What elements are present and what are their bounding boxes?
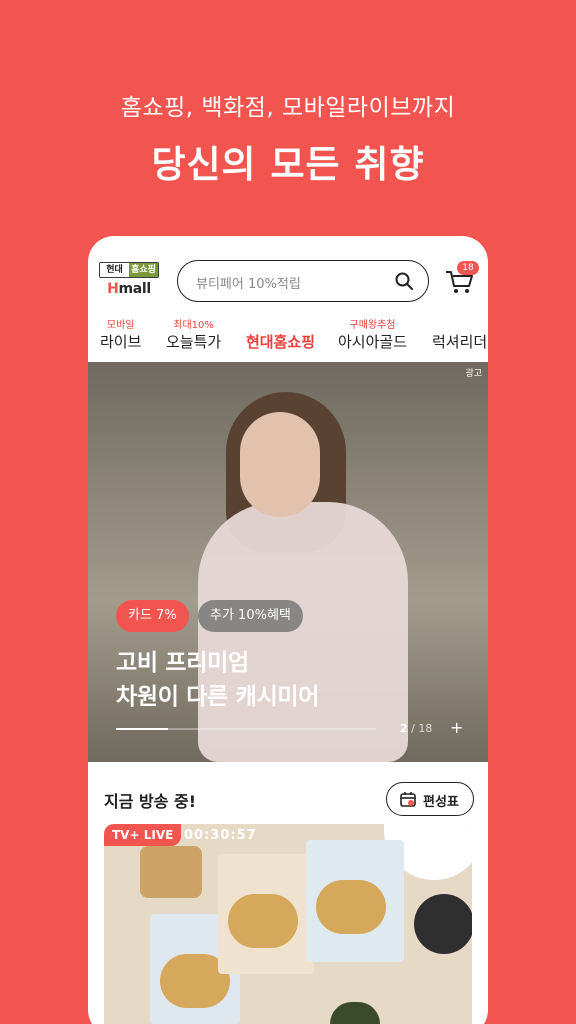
calendar-icon bbox=[400, 792, 416, 807]
banner-progress-track bbox=[116, 728, 376, 730]
tab-luxury-label: 럭셔리더 bbox=[432, 333, 488, 351]
search-input[interactable]: 뷰티페어 10%적립 bbox=[177, 260, 429, 302]
logo-h: H bbox=[107, 281, 119, 297]
pager-current: 2 bbox=[400, 722, 408, 735]
tab-asia-gold[interactable]: 구매왕추첨 아시아골드 bbox=[338, 316, 407, 360]
logo-mall: mall bbox=[118, 281, 151, 297]
pager-total: / 18 bbox=[411, 722, 433, 735]
search-placeholder: 뷰티페어 10%적립 bbox=[196, 277, 301, 292]
tab-asia-gold-label: 아시아골드 bbox=[338, 333, 408, 351]
app-header: 현대 홈쇼핑 Hmall 뷰티페어 10%적립 18 bbox=[88, 260, 488, 304]
banner-model-face bbox=[240, 412, 320, 517]
live-broadcast-card[interactable]: TV+ LIVE 00:30:57 bbox=[104, 824, 472, 1024]
logo-text-right: 홈쇼핑 bbox=[129, 263, 158, 277]
banner-progress-fill bbox=[116, 728, 168, 730]
banner-title: 고비 프리미엄 차원이 다른 캐시미어 bbox=[116, 646, 319, 714]
extra-benefit-badge: 추가 10%혜택 bbox=[198, 600, 303, 632]
product-sesame-bowl bbox=[414, 894, 472, 954]
tab-today-deal[interactable]: 최대10% 오늘특가 bbox=[166, 316, 221, 360]
product-box-2 bbox=[218, 854, 314, 974]
schedule-button[interactable]: 편성표 bbox=[386, 782, 474, 816]
card-discount-badge: 카드 7% bbox=[116, 600, 189, 632]
search-icon[interactable] bbox=[394, 271, 414, 291]
banner-title-line1: 고비 프리미엄 bbox=[116, 650, 249, 676]
tab-luxury[interactable]: 럭셔리더 bbox=[432, 316, 487, 360]
tab-live[interactable]: 모바일 라이브 bbox=[100, 316, 141, 360]
tab-hyundai-homeshopping-label: 현대홈쇼핑 bbox=[246, 333, 316, 351]
live-timer: 00:30:57 bbox=[184, 828, 257, 843]
logo-hmall: Hmall bbox=[99, 281, 159, 297]
product-box-3-graphic bbox=[316, 880, 386, 934]
live-section-title: 지금 방송 중! bbox=[104, 792, 197, 811]
phone-frame: 현대 홈쇼핑 Hmall 뷰티페어 10%적립 18 모바일 라이브 최대10%… bbox=[88, 236, 488, 1024]
schedule-label: 편성표 bbox=[423, 795, 459, 810]
main-banner[interactable]: 광고 카드 7% 추가 10%혜택 고비 프리미엄 차원이 다른 캐시미어 2 … bbox=[88, 362, 488, 762]
ad-label: 광고 bbox=[465, 369, 482, 379]
plus-icon[interactable]: + bbox=[450, 718, 463, 737]
promo-subtitle: 홈쇼핑, 백화점, 모바일라이브까지 bbox=[120, 95, 456, 121]
tab-live-label: 라이브 bbox=[100, 333, 142, 351]
banner-pager: 2 / 18 bbox=[400, 722, 432, 735]
category-tabs: 모바일 라이브 최대10% 오늘특가 현대홈쇼핑 구매왕추첨 아시아골드 럭셔리… bbox=[88, 316, 488, 360]
product-box-2-graphic bbox=[228, 894, 298, 948]
tab-asia-gold-sup: 구매왕추첨 bbox=[349, 320, 396, 331]
tab-live-sup: 모바일 bbox=[106, 320, 135, 331]
banner-title-line2: 차원이 다른 캐시미어 bbox=[116, 684, 320, 710]
tab-today-deal-label: 오늘특가 bbox=[166, 333, 222, 351]
tab-today-deal-sup: 최대10% bbox=[173, 320, 214, 331]
live-badge: TV+ LIVE bbox=[104, 824, 182, 846]
logo-text-left: 현대 bbox=[100, 263, 129, 277]
product-seaweed-bowl bbox=[330, 1002, 380, 1024]
logo-brand-bar: 현대 홈쇼핑 bbox=[99, 262, 159, 278]
hmall-logo[interactable]: 현대 홈쇼핑 Hmall bbox=[99, 262, 161, 300]
banner-model-shirt bbox=[198, 502, 408, 762]
promo-title: 당신의 모든 취향 bbox=[151, 143, 425, 186]
product-snack bbox=[140, 846, 202, 898]
product-box-3 bbox=[306, 840, 404, 962]
cart-count-badge: 18 bbox=[457, 261, 479, 275]
tab-hyundai-homeshopping[interactable]: 현대홈쇼핑 bbox=[246, 316, 315, 360]
